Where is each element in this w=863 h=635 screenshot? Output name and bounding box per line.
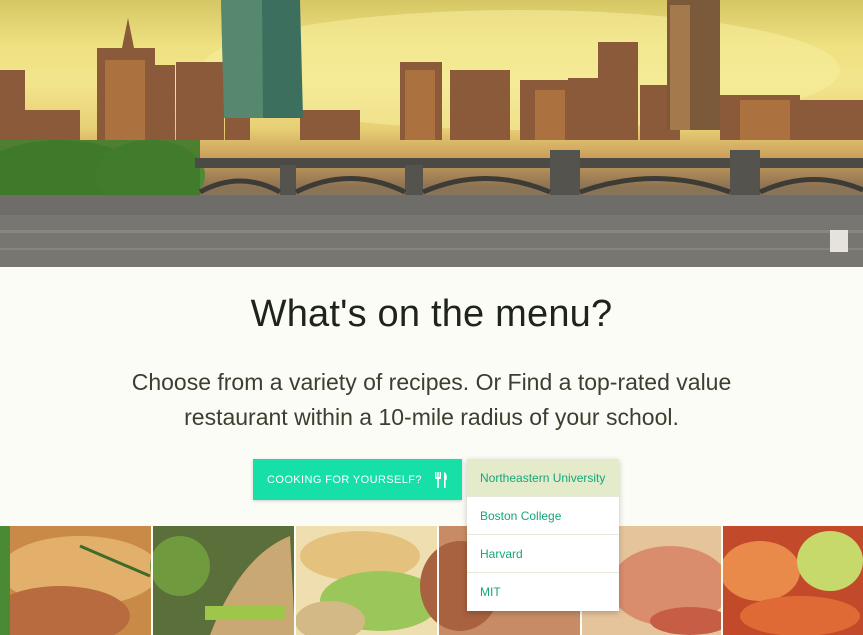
menu-title: What's on the menu? xyxy=(250,293,613,335)
school-option-mit[interactable]: MIT xyxy=(467,573,619,611)
school-dropdown-menu[interactable]: Northeastern University Boston College H… xyxy=(467,459,619,611)
menu-section: What's on the menu? Choose from a variet… xyxy=(0,267,863,526)
hero-skyline-image xyxy=(0,0,863,267)
cooking-button-label: COOKING FOR YOURSELF? xyxy=(267,473,422,486)
food-photo-strip xyxy=(0,526,863,635)
food-collage-illustration xyxy=(0,526,863,635)
school-option-boston-college[interactable]: Boston College xyxy=(467,497,619,535)
skyline-illustration xyxy=(0,0,863,267)
school-option-harvard[interactable]: Harvard xyxy=(467,535,619,573)
utensils-icon xyxy=(434,471,448,488)
school-option-northeastern[interactable]: Northeastern University xyxy=(467,459,619,497)
cooking-for-yourself-button[interactable]: COOKING FOR YOURSELF? xyxy=(253,459,462,500)
menu-subtitle: Choose from a variety of recipes. Or Fin… xyxy=(131,369,732,430)
